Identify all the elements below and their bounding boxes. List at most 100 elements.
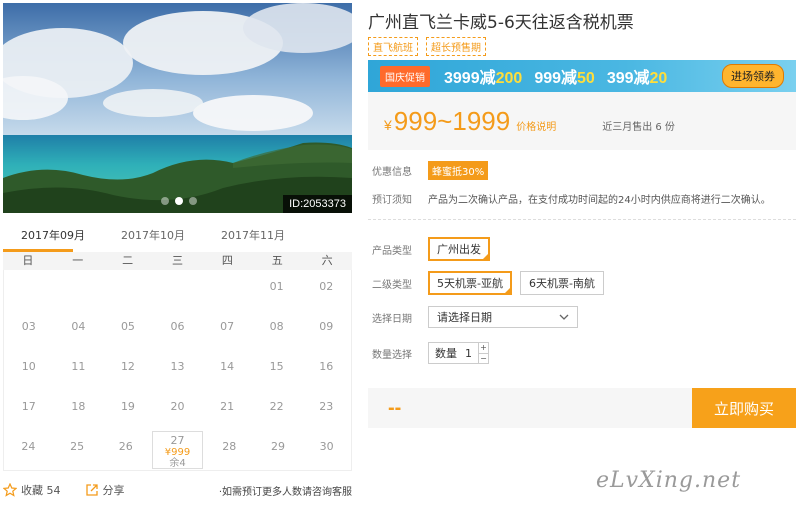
calendar-day-number: 27 (170, 434, 185, 447)
promo-banner[interactable]: 国庆促销 3999减200 999减50 399减20 进场领券 (368, 60, 796, 92)
calendar-day: 29 (254, 430, 303, 470)
weekday-label: 一 (72, 254, 84, 267)
product-title: 广州直飞兰卡威5-6天往返含税机票 (368, 13, 634, 33)
tab-month-october[interactable]: 2017年10月 (103, 224, 203, 252)
calendar-day: 24 (4, 430, 53, 470)
calendar-day: 09 (301, 310, 351, 350)
section-divider (368, 219, 796, 220)
promo-deal: 399减20 (606, 70, 668, 87)
calendar-day: 10 (4, 350, 54, 390)
product-photo[interactable]: ID:2053373 (3, 3, 352, 213)
calendar-day-number: 24 (21, 440, 36, 453)
favorite-button[interactable]: 收藏 54 (3, 482, 61, 498)
calendar-day-number: 06 (170, 320, 185, 333)
calendar-day-number: 09 (319, 320, 334, 333)
calendar-day-number: 18 (71, 400, 86, 413)
calendar-weekday-header: 日 一 二 三 四 五 六 (3, 252, 352, 270)
price-box: ¥999~1999 价格说明 近三月售出 6 份 (368, 92, 796, 150)
calendar-day: 05 (103, 310, 153, 350)
sold-count: 近三月售出 6 份 (602, 121, 675, 133)
claim-coupon-button[interactable]: 进场领券 (722, 64, 784, 88)
calendar-day-available[interactable]: 27 ¥999 余4 (152, 431, 203, 469)
quantity-display: 数量 1 (435, 346, 472, 361)
calendar-day-number: 01 (269, 280, 284, 293)
calendar-day-number: 25 (70, 440, 85, 453)
calendar-day: 01 (252, 270, 302, 310)
calendar-week-row: 24 25 26 27 ¥999 余4 28 29 30 (4, 430, 351, 470)
calendar-day-number: 02 (319, 280, 334, 293)
tab-month-september[interactable]: 2017年09月 (3, 224, 103, 252)
carousel-dot[interactable] (189, 197, 197, 205)
calendar-day: 20 (153, 390, 203, 430)
calendar-day: 12 (103, 350, 153, 390)
quantity-increment-button[interactable]: + (479, 343, 488, 354)
price-explanation-link[interactable]: 价格说明 (516, 118, 556, 133)
group-booking-note: ·如需预订更多人数请咨询客服 (218, 486, 352, 498)
favorite-count: 收藏 54 (21, 484, 61, 497)
buy-bar: -- 立即购买 (368, 388, 796, 428)
calendar-day-number: 04 (71, 320, 86, 333)
subtype-option-airasia[interactable]: 5天机票-亚航 (428, 271, 512, 295)
calendar-day: 08 (252, 310, 302, 350)
quantity-step-buttons: + − (478, 343, 488, 363)
calendar-day-number: 14 (220, 360, 235, 373)
product-type-option[interactable]: 广州出发 (428, 237, 490, 261)
booking-calendar: 日 一 二 三 四 五 六 01 02 03 04 05 06 07 08 09 10 11 12 13… (3, 252, 352, 471)
calendar-day: 21 (202, 390, 252, 430)
calendar-day: 16 (301, 350, 351, 390)
calendar-day-number: 12 (120, 360, 135, 373)
product-tags: 直飞航班 超长预售期 (368, 37, 486, 56)
honey-discount-badge: 蜂蜜抵30% (428, 161, 489, 180)
promo-badge: 国庆促销 (380, 65, 430, 87)
calendar-day-number: 23 (319, 400, 334, 413)
share-button[interactable]: 分享 (85, 482, 125, 498)
calendar-day (103, 270, 153, 310)
share-icon (85, 484, 98, 496)
discount-info-row: 优惠信息 蜂蜜抵30% (372, 161, 489, 180)
notice-label: 预订须知 (372, 195, 412, 206)
calendar-day-stock: 余4 (169, 458, 186, 469)
calendar-day: 19 (103, 390, 153, 430)
product-type-label: 产品类型 (372, 245, 412, 257)
calendar-grid: 01 02 03 04 05 06 07 08 09 10 11 12 13 14 15 16 17 18 19 20… (3, 270, 352, 471)
calendar-day: 23 (301, 390, 351, 430)
calendar-day-number: 11 (71, 360, 86, 373)
calendar-day-price: ¥999 (164, 447, 191, 458)
calendar-day (202, 270, 252, 310)
quantity-label: 数量选择 (372, 349, 412, 361)
buy-now-button[interactable]: 立即购买 (692, 388, 796, 428)
calendar-day-number: 29 (270, 440, 285, 453)
subtype-option-china-southern[interactable]: 6天机票-南航 (519, 271, 604, 295)
calendar-day-number: 19 (120, 400, 135, 413)
calendar-day: 11 (54, 350, 104, 390)
calendar-day-number: 15 (269, 360, 284, 373)
calendar-day: 28 (205, 430, 254, 470)
calendar-day: 25 (53, 430, 102, 470)
date-select[interactable]: 请选择日期 (428, 306, 578, 328)
quantity-stepper[interactable]: 数量 1 + − (428, 342, 489, 364)
calendar-day: 18 (54, 390, 104, 430)
quantity-row: 数量选择 数量 1 + − (372, 342, 489, 364)
calendar-day: 13 (153, 350, 203, 390)
calendar-week-row: 01 02 (4, 270, 351, 310)
price-range: ¥999~1999 (384, 105, 511, 136)
calendar-day-number: 03 (21, 320, 36, 333)
quantity-decrement-button[interactable]: − (479, 354, 488, 364)
calendar-day-number: 17 (21, 400, 36, 413)
chevron-down-icon (559, 314, 569, 320)
calendar-day: 22 (252, 390, 302, 430)
weekday-label: 四 (221, 254, 233, 267)
carousel-dot[interactable] (161, 197, 169, 205)
carousel-dot-active[interactable] (175, 197, 183, 205)
calendar-day-number: 20 (170, 400, 185, 413)
calendar-day-number: 08 (269, 320, 284, 333)
photo-id-label: ID:2053373 (283, 195, 352, 213)
subtype-row: 二级类型 5天机票-亚航 6天机票-南航 (372, 271, 612, 295)
subtype-label: 二级类型 (372, 279, 412, 291)
calendar-day-number: 07 (220, 320, 235, 333)
calendar-day-number: 10 (21, 360, 36, 373)
tab-month-november[interactable]: 2017年11月 (203, 224, 303, 252)
promo-deals: 3999减200 999减50 399减20 (444, 64, 667, 88)
weekday-label: 六 (321, 254, 333, 267)
calendar-day-number: 21 (220, 400, 235, 413)
